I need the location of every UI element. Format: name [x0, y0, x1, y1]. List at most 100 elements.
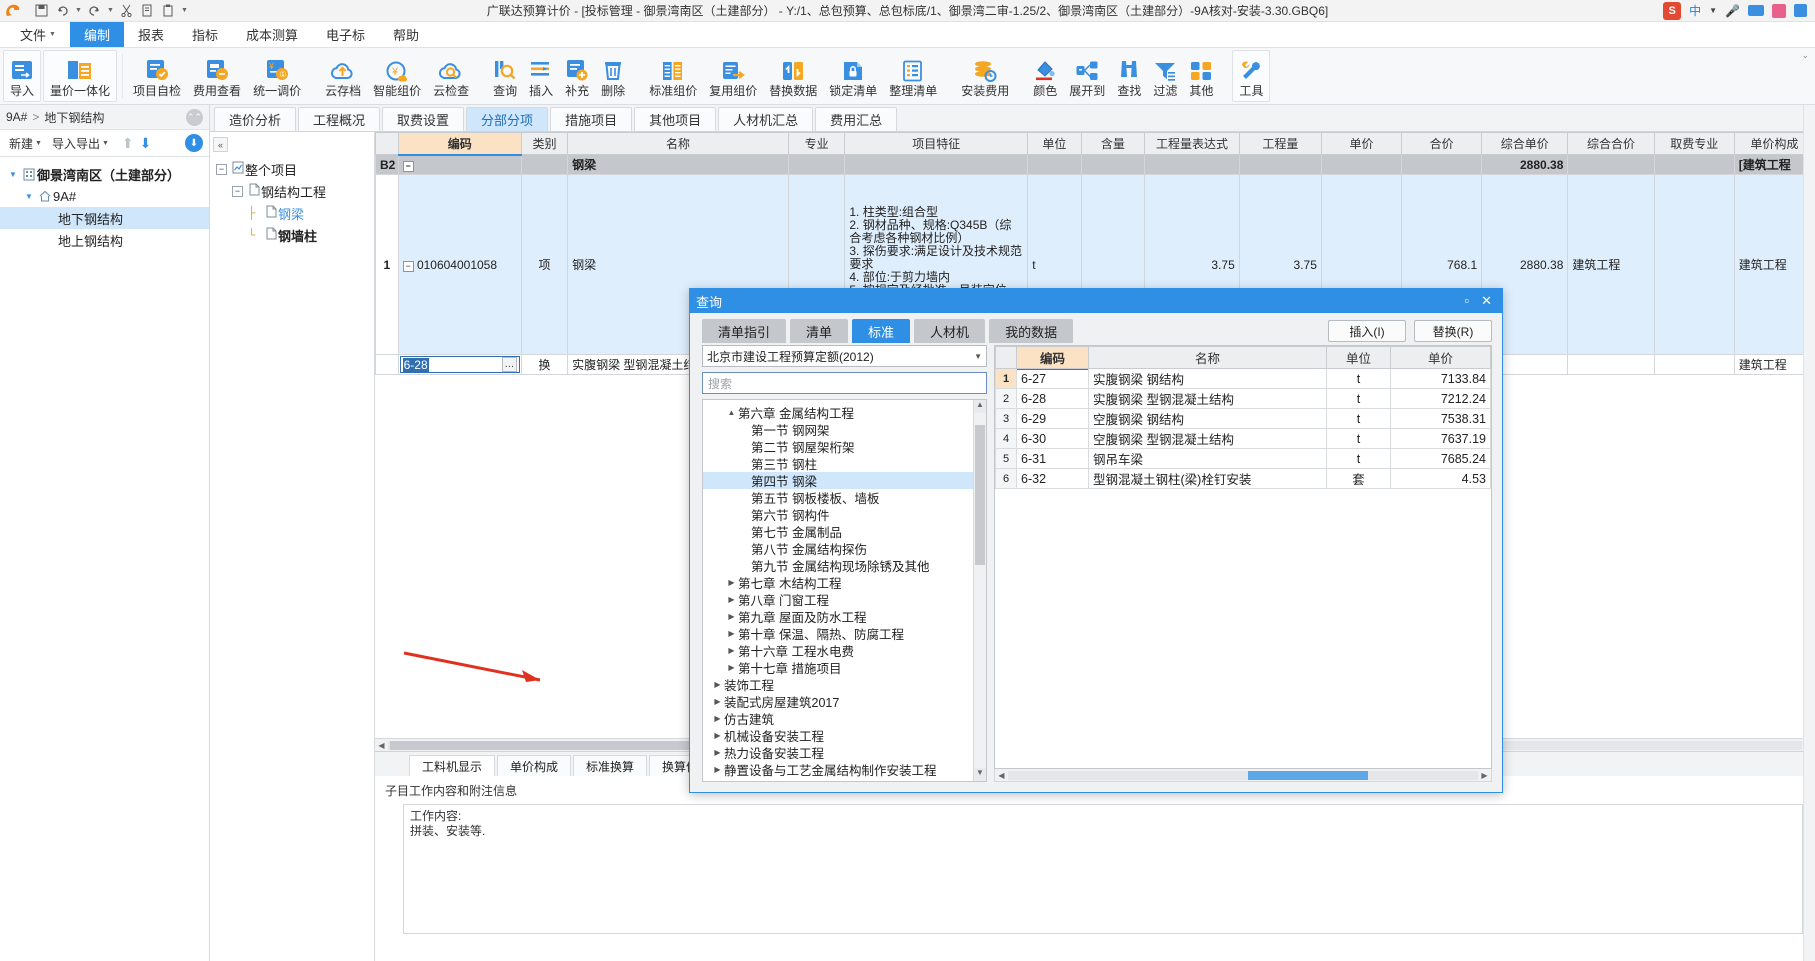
expander-icon[interactable]: −: [402, 260, 414, 272]
ribbon-button-lock-list[interactable]: 锁定清单: [823, 48, 883, 104]
tab-fee-settings[interactable]: 取费设置: [382, 107, 465, 131]
breadcrumb-leaf[interactable]: 地下钢结构: [44, 109, 104, 126]
chevron-down-icon[interactable]: ▼: [974, 352, 982, 361]
chapter-node[interactable]: 第八节 金属结构探伤: [703, 540, 973, 557]
scroll-down-icon[interactable]: ▼: [974, 768, 986, 781]
cell-unit[interactable]: t: [1326, 428, 1391, 449]
dialog-tab-my-data[interactable]: 我的数据: [989, 319, 1074, 343]
expander-icon[interactable]: −: [402, 160, 414, 172]
tree-node-9a[interactable]: ▼ 9A#: [0, 185, 209, 207]
table-row[interactable]: 1 6-27 实腹钢梁 钢结构 t 7133.84: [995, 368, 1491, 389]
palette-icon[interactable]: [1772, 3, 1786, 18]
twisty-icon[interactable]: ▶: [725, 595, 738, 604]
import-export-button[interactable]: 导入导出 ▼: [49, 134, 112, 153]
chapter-node[interactable]: 第七节 金属制品: [703, 523, 973, 540]
cell-content[interactable]: [1080, 154, 1146, 175]
column-header-total[interactable]: 合价: [1401, 132, 1483, 155]
scrollbar-thumb[interactable]: [1248, 770, 1368, 780]
chapter-node[interactable]: ▶ 静置设备与工艺金属结构制作安装工程: [703, 761, 973, 778]
dialog-tab-bar[interactable]: 清单指引 清单 标准 人材机 我的数据 插入(I) 替换(R): [690, 313, 1502, 345]
ribbon-button-fee-view[interactable]: 费用查看: [187, 48, 247, 104]
chapter-node[interactable]: ▶ 装饰工程: [703, 676, 973, 693]
insert-button[interactable]: 插入(I): [1328, 320, 1406, 342]
cell-major[interactable]: [787, 154, 846, 175]
expander-icon[interactable]: −: [232, 185, 243, 197]
cell-feature[interactable]: [844, 154, 1029, 175]
cell-fee-major[interactable]: [1653, 354, 1735, 375]
ribbon-button-tools[interactable]: 工具: [1232, 50, 1271, 102]
ribbon-collapse-button[interactable]: ⌄: [1801, 48, 1815, 104]
menu-bar[interactable]: 文件 ▼ 编制 报表 指标 成本测算 电子标 帮助: [0, 22, 1815, 48]
ribbon-button-insert[interactable]: 插入: [523, 48, 559, 104]
cell-name[interactable]: 空腹钢梁 型钢混凝土结构: [1088, 428, 1327, 449]
scroll-up-icon[interactable]: ▲: [974, 400, 986, 413]
chapter-node[interactable]: 第六节 钢构件: [703, 506, 973, 523]
bottom-tab-price-composition[interactable]: 单价构成: [497, 755, 572, 776]
ribbon-button-query[interactable]: 查询: [487, 48, 523, 104]
breadcrumb[interactable]: 9A# > 地下钢结构 ⌃⌃: [0, 105, 209, 130]
chapter-node[interactable]: 第五节 钢板楼板、墙板: [703, 489, 973, 506]
close-icon[interactable]: ✕: [1481, 293, 1492, 309]
table-row[interactable]: 5 6-31 钢吊车梁 t 7685.24: [995, 448, 1491, 469]
ribbon-button-filter[interactable]: 过滤: [1147, 48, 1183, 104]
column-header-comp-total[interactable]: 综合合价: [1567, 132, 1655, 155]
cell-name[interactable]: 钢梁: [567, 154, 789, 175]
cell-code[interactable]: 6-29: [1016, 408, 1089, 429]
twisty-icon[interactable]: ▶: [711, 680, 724, 689]
twisty-icon[interactable]: ▶: [711, 765, 724, 774]
chapter-node[interactable]: ▶ 第十六章 工程水电费: [703, 642, 973, 659]
cell-fee-major[interactable]: [1653, 154, 1735, 175]
cell-category[interactable]: [520, 154, 569, 175]
work-content-box[interactable]: 工作内容: 拼装、安装等.: [403, 804, 1803, 934]
system-tray[interactable]: S 中 ▼ 🎤: [1663, 1, 1815, 20]
chapter-node[interactable]: 第二节 钢屋架桁架: [703, 438, 973, 455]
mic-icon[interactable]: 🎤: [1725, 4, 1740, 18]
tab-subdivision[interactable]: 分部分项: [466, 107, 549, 131]
cell-code-editor[interactable]: 6-28 …: [397, 354, 522, 375]
ribbon-button-import[interactable]: 导入: [3, 50, 42, 102]
breadcrumb-root[interactable]: 9A#: [6, 110, 27, 124]
cell-price[interactable]: 7212.24: [1390, 388, 1491, 409]
column-header-qty[interactable]: 工程量: [1238, 132, 1322, 155]
ribbon-button-expand-to[interactable]: 展开到: [1063, 48, 1111, 104]
twisty-icon[interactable]: ▲: [725, 408, 738, 417]
column-header-unit[interactable]: 单位: [1027, 132, 1082, 155]
maximize-icon[interactable]: ▫: [1464, 293, 1469, 309]
cell-category[interactable]: 项: [520, 174, 569, 355]
cell-name[interactable]: 型钢混凝土钢柱(梁)栓钉安装: [1088, 468, 1327, 489]
cell-comp-total[interactable]: 建筑工程: [1567, 174, 1655, 355]
cell-unit[interactable]: [1027, 154, 1082, 175]
tab-project-overview[interactable]: 工程概况: [298, 107, 381, 131]
table-row[interactable]: 2 6-28 实腹钢梁 型钢混凝土结构 t 7212.24: [995, 388, 1491, 409]
menu-item-e-bid[interactable]: 电子标: [312, 22, 379, 47]
tab-resource-summary[interactable]: 人材机汇总: [718, 107, 814, 131]
subdivision-tree[interactable]: − 整个项目 − 钢结构工程 ├ 钢梁 └ 钢墙柱: [210, 132, 374, 246]
table-row[interactable]: B2 − 钢梁 2880.38 [建筑工程: [375, 154, 1815, 175]
column-header-code[interactable]: 编码: [397, 132, 522, 156]
cell-name[interactable]: 实腹钢梁 钢结构: [1088, 368, 1327, 389]
column-header-comp-price[interactable]: 综合单价: [1481, 132, 1569, 155]
scrollbar-thumb[interactable]: [975, 425, 985, 565]
grid-icon[interactable]: [1794, 4, 1807, 17]
chapter-node[interactable]: ▶ 第十七章 措施项目: [703, 659, 973, 676]
redo-icon[interactable]: [85, 1, 104, 20]
menu-item-indicator[interactable]: 指标: [178, 22, 232, 47]
menu-item-compile[interactable]: 编制: [69, 22, 124, 47]
sogou-logo-icon[interactable]: S: [1663, 1, 1682, 20]
redo-dropdown-icon[interactable]: ▼: [106, 1, 115, 20]
twisty-icon[interactable]: ▶: [711, 731, 724, 740]
dialog-tab-resources[interactable]: 人材机: [914, 319, 986, 343]
bottom-tab-standard-conversion[interactable]: 标准换算: [573, 755, 648, 776]
column-header-price[interactable]: 单价: [1320, 132, 1403, 155]
mid-node-steel-wall-column[interactable]: └ 钢墙柱: [216, 224, 374, 246]
chapter-node[interactable]: ▶ 第九章 屋面及防水工程: [703, 608, 973, 625]
tree-node-aboveground-steel[interactable]: 地上钢结构: [0, 229, 209, 251]
dialog-title-bar[interactable]: 查询 ▫ ✕: [690, 289, 1502, 313]
cell-qty-expr[interactable]: [1144, 154, 1240, 175]
cell-price[interactable]: 7637.19: [1390, 428, 1491, 449]
twisty-icon[interactable]: ▶: [725, 612, 738, 621]
cell-unit[interactable]: t: [1326, 408, 1391, 429]
cell-comp-total[interactable]: [1567, 154, 1655, 175]
chapter-node[interactable]: ▶ 热力设备安装工程: [703, 744, 973, 761]
cell-unit[interactable]: t: [1326, 368, 1391, 389]
